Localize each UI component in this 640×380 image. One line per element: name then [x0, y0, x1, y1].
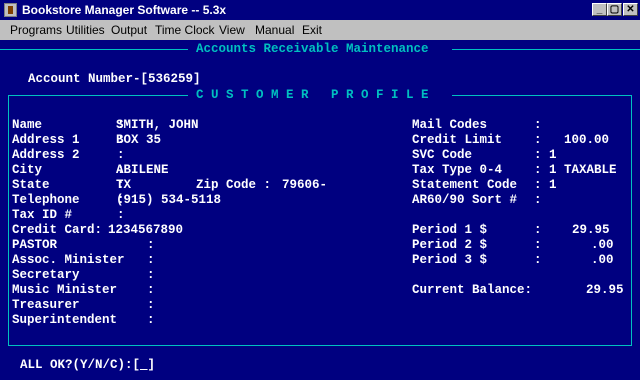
- field-period2-label: Period 2 $: [412, 238, 488, 252]
- field-credit-limit-value[interactable]: 100.00: [564, 133, 609, 148]
- field-creditcard-value[interactable]: 1234567890: [108, 223, 183, 238]
- header-rule-left: [0, 49, 188, 50]
- confirm-input[interactable]: _: [140, 358, 148, 372]
- window-title: Bookstore Manager Software -- 5.3x: [22, 3, 227, 17]
- confirm-prompt-label: ALL OK?(Y/N/C):[: [20, 358, 141, 372]
- app-icon: [4, 3, 17, 17]
- field-assoc-minister-label: Assoc. Minister :: [12, 253, 155, 267]
- profile-box-top-right: [452, 95, 632, 96]
- field-name-value[interactable]: SMITH, JOHN: [116, 118, 199, 133]
- field-state-label: State :: [12, 178, 125, 192]
- field-secretary-label: Secretary :: [12, 268, 155, 282]
- field-address1-label: Address 1 :: [12, 133, 125, 147]
- profile-box-left: [8, 95, 9, 345]
- field-pastor-label: PASTOR :: [12, 238, 155, 252]
- field-svc-code-sep: :: [534, 148, 542, 162]
- field-taxid-label: Tax ID # :: [12, 208, 125, 222]
- field-name-label: Name :: [12, 118, 125, 132]
- field-address2-label: Address 2 :: [12, 148, 125, 162]
- field-mail-codes-sep: :: [534, 118, 542, 132]
- menu-bar: Programs Utilities Output Time Clock Vie…: [0, 20, 640, 40]
- field-period1-sep: :: [534, 223, 542, 237]
- field-statement-code-sep: :: [534, 178, 542, 192]
- field-tax-type-label: Tax Type 0-4: [412, 163, 503, 177]
- field-ar-sort-sep: :: [534, 193, 542, 207]
- field-statement-code-label: Statement Code: [412, 178, 518, 192]
- menu-time-clock[interactable]: Time Clock: [155, 23, 215, 37]
- screen-header: Accounts Receivable Maintenance: [196, 42, 429, 56]
- profile-title: C U S T O M E R P R O F I L E: [196, 88, 429, 102]
- menu-manual[interactable]: Manual: [255, 23, 294, 37]
- restore-button[interactable]: ▢: [607, 3, 622, 16]
- field-city-value[interactable]: ABILENE: [116, 163, 169, 178]
- field-credit-limit-label: Credit Limit: [412, 133, 503, 147]
- close-button[interactable]: ✕: [623, 3, 638, 16]
- profile-box-bottom: [8, 345, 632, 346]
- field-period3-value[interactable]: .00: [591, 253, 614, 268]
- confirm-prompt-end: ]: [147, 358, 156, 372]
- field-ar-sort-label: AR60/90 Sort #: [412, 193, 518, 207]
- field-period1-value[interactable]: 29.95: [572, 223, 610, 238]
- field-zip-value[interactable]: 79606-: [282, 178, 327, 193]
- field-period1-label: Period 1 $: [412, 223, 488, 237]
- menu-output[interactable]: Output: [111, 23, 147, 37]
- field-mail-codes-label: Mail Codes: [412, 118, 488, 132]
- field-creditcard-label: Credit Card:: [12, 223, 103, 237]
- profile-box-top-left: [8, 95, 188, 96]
- field-state-value[interactable]: TX: [116, 178, 131, 193]
- field-period2-value[interactable]: .00: [591, 238, 614, 253]
- confirm-prompt: ALL OK?(Y/N/C):[_]: [20, 358, 155, 373]
- field-statement-code-value[interactable]: 1: [549, 178, 557, 193]
- field-address1-value[interactable]: BOX 35: [116, 133, 161, 148]
- menu-view[interactable]: View: [219, 23, 245, 37]
- field-svc-code-label: SVC Code: [412, 148, 473, 162]
- field-svc-code-value[interactable]: 1: [549, 148, 557, 163]
- terminal-screen: Accounts Receivable Maintenance Account …: [0, 40, 640, 380]
- menu-utilities[interactable]: Utilities: [66, 23, 105, 37]
- header-rule-right: [452, 49, 640, 50]
- field-tax-type-value[interactable]: 1 TAXABLE: [549, 163, 617, 178]
- profile-box-right: [631, 95, 632, 345]
- field-telephone-value[interactable]: (915) 534-5118: [116, 193, 221, 208]
- field-zip-label: Zip Code :: [196, 178, 272, 192]
- field-period2-sep: :: [534, 238, 542, 252]
- field-period3-label: Period 3 $: [412, 253, 488, 267]
- field-superintendent-label: Superintendent :: [12, 313, 155, 327]
- field-credit-limit-sep: :: [534, 133, 542, 147]
- minimize-button[interactable]: _: [592, 3, 607, 16]
- field-tax-type-sep: :: [534, 163, 542, 177]
- menu-programs[interactable]: Programs: [10, 23, 62, 37]
- title-bar: Bookstore Manager Software -- 5.3x _ ▢ ✕: [0, 0, 640, 20]
- account-number: Account Number-[536259]: [28, 72, 201, 86]
- field-treasurer-label: Treasurer :: [12, 298, 155, 312]
- menu-exit[interactable]: Exit: [302, 23, 322, 37]
- field-current-balance-value: 29.95: [586, 283, 624, 297]
- field-city-label: City :: [12, 163, 125, 177]
- field-current-balance-label: Current Balance:: [412, 283, 533, 297]
- field-music-minister-label: Music Minister :: [12, 283, 155, 297]
- field-telephone-label: Telephone :: [12, 193, 125, 207]
- field-period3-sep: :: [534, 253, 542, 267]
